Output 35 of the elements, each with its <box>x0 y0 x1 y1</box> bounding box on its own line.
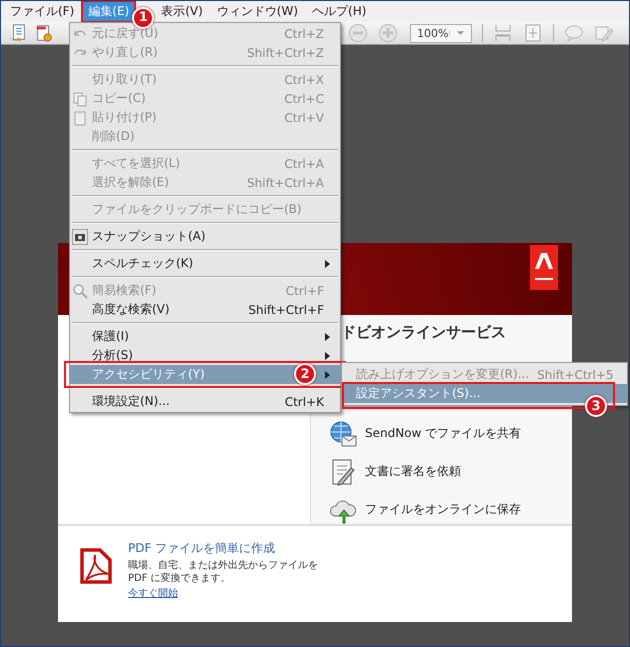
menu-item[interactable]: 分析(S) <box>70 346 340 365</box>
menu-item[interactable]: ウィンドウ(W) <box>212 2 304 21</box>
service-link[interactable]: SendNow でファイルを共有 <box>365 425 522 442</box>
zoom-in-icon[interactable] <box>378 23 398 43</box>
menu-item[interactable]: スペルチェック(K) <box>70 254 340 273</box>
clipboard-icon <box>72 110 88 126</box>
menu-item[interactable]: スナップショット(A) <box>70 227 340 246</box>
search-icon <box>72 282 88 298</box>
copy-icon <box>72 90 88 106</box>
zoom-out-icon[interactable] <box>348 23 368 43</box>
menu-item[interactable]: 保護(I) <box>70 327 340 346</box>
pdf-document-icon <box>78 546 114 586</box>
fit-width-icon[interactable] <box>493 23 513 43</box>
promo-title: PDF ファイルを簡単に作成 <box>128 540 276 557</box>
logo-icon <box>530 245 558 290</box>
section-heading: ドビオンラインサービス <box>341 322 507 342</box>
camera-icon <box>72 228 88 244</box>
start-link[interactable]: 今すぐ開始 <box>128 586 178 600</box>
comment-icon[interactable] <box>564 23 584 43</box>
menu-item[interactable]: 表示(V) <box>156 2 208 21</box>
document-arrow-icon[interactable] <box>8 23 28 43</box>
submenu-arrow-icon <box>325 352 330 360</box>
service-link[interactable]: ファイルをオンラインに保存 <box>365 501 521 518</box>
fit-page-icon[interactable] <box>523 23 543 43</box>
globe-envelope-icon <box>329 420 357 448</box>
service-link[interactable]: 文書に署名を依頼 <box>365 463 461 480</box>
promo-description: 職場、自宅、または外出先からファイルを PDF に変換できます。 <box>128 558 318 585</box>
zoom-field[interactable]: 100% <box>410 24 472 42</box>
submenu-arrow-icon <box>325 260 330 268</box>
menu-item[interactable]: 環境設定(N)... Ctrl+K <box>70 392 340 411</box>
submenu-arrow-icon <box>325 370 330 378</box>
menu-item[interactable]: 高度な検索(V) Shift+Ctrl+F <box>70 300 340 319</box>
menu-item[interactable]: ヘルプ(H) <box>307 2 372 21</box>
menu-item[interactable]: ファイル(F) <box>5 2 80 21</box>
submenu-arrow-icon <box>325 332 330 340</box>
